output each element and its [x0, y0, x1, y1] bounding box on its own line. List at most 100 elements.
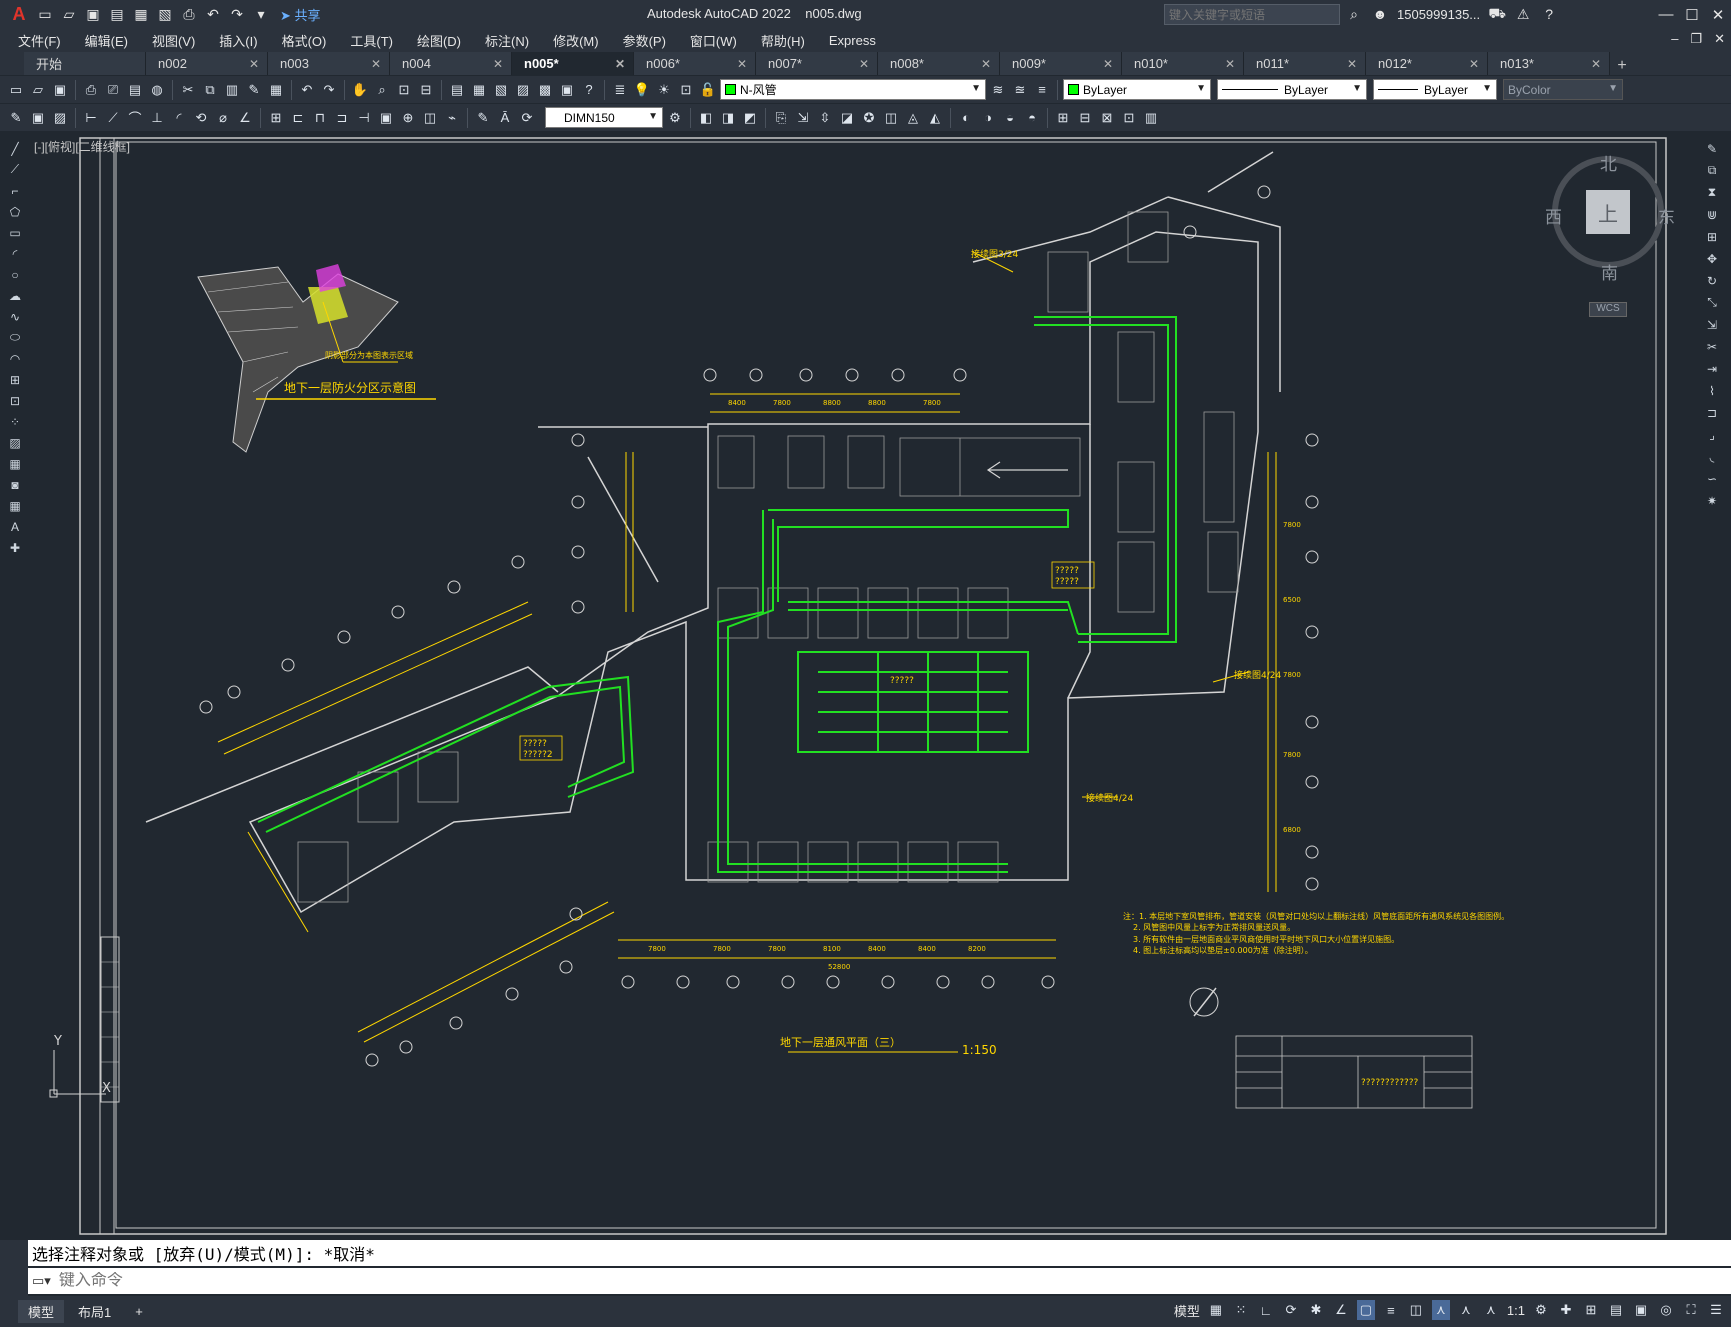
arc-icon[interactable]: ◜ [6, 245, 24, 262]
close-tab-icon[interactable]: ✕ [1469, 57, 1479, 71]
radius-dim-icon[interactable]: ◜ [169, 108, 189, 128]
jogged-linear-icon[interactable]: ⌁ [442, 108, 462, 128]
dimstyle-dropdown[interactable]: DIMN150 ▼ [545, 107, 663, 128]
menu-format[interactable]: 格式(O) [282, 31, 339, 50]
user-name[interactable]: 1505999135... [1397, 7, 1480, 22]
close-tab-icon[interactable]: ✕ [981, 57, 991, 71]
save-web-icon[interactable]: ▧ [156, 6, 174, 24]
wcs-menu[interactable]: WCS [1589, 302, 1627, 317]
autocad-logo-icon[interactable]: A [8, 4, 30, 24]
linetype-dropdown[interactable]: ByLayer ▼ [1217, 79, 1367, 100]
close-tab-icon[interactable]: ✕ [737, 57, 747, 71]
design-center-icon[interactable]: ▦ [469, 80, 489, 100]
tab-model[interactable]: 模型 [18, 1300, 65, 1323]
save-icon[interactable]: ▣ [50, 80, 70, 100]
menu-edit[interactable]: 编辑(E) [85, 31, 140, 50]
diameter-dim-icon[interactable]: ⌀ [213, 108, 233, 128]
open-file-icon[interactable]: ▱ [60, 6, 78, 24]
ellipse-icon[interactable]: ⬭ [6, 329, 24, 346]
quick-dim-icon[interactable]: ⊞ [266, 108, 286, 128]
grid-icon[interactable]: ▦ [1207, 1300, 1225, 1320]
modify-17-icon[interactable]: ▥ [1141, 108, 1161, 128]
pan-icon[interactable]: ✋ [350, 80, 370, 100]
layer-freeze-icon[interactable]: ☀ [654, 80, 674, 100]
customize-icon[interactable]: ☰ [1707, 1300, 1725, 1320]
3d-move-icon[interactable]: ◩ [740, 108, 760, 128]
share-button[interactable]: ➤ 共享 [280, 5, 321, 24]
tab-start[interactable]: 开始 [24, 52, 146, 75]
doc-close-icon[interactable]: ✕ [1714, 31, 1725, 47]
annotate-icon[interactable]: ✎ [6, 108, 26, 128]
workspace-gear-icon[interactable]: ⚙ [1532, 1300, 1550, 1320]
lineweight-icon[interactable]: ≡ [1382, 1300, 1400, 1320]
save-icon[interactable]: ▣ [84, 6, 102, 24]
command-window-grip[interactable] [0, 1240, 28, 1296]
help-icon[interactable]: ? [1540, 5, 1558, 23]
modify-9-icon[interactable]: ◐ [956, 108, 976, 128]
modify-1-icon[interactable]: ⎘ [771, 108, 791, 128]
text-icon[interactable]: A [6, 518, 24, 535]
ordinate-dim-icon[interactable]: ⊥ [147, 108, 167, 128]
break-icon[interactable]: ⌇ [1703, 382, 1721, 399]
trim-icon[interactable]: ✂ [1703, 338, 1721, 355]
autodesk-app-icon[interactable]: ⚠ [1514, 5, 1532, 23]
command-input[interactable] [58, 1272, 1559, 1290]
blend-icon[interactable]: ∽ [1703, 470, 1721, 487]
paste-icon[interactable]: ▥ [222, 80, 242, 100]
annotation-visibility-icon[interactable]: ⋏ [1431, 1300, 1450, 1320]
3d-print-icon[interactable]: ◍ [147, 80, 167, 100]
circle-icon[interactable]: ○ [6, 266, 24, 283]
tab-n006[interactable]: n006* ✕ [634, 52, 756, 75]
new-file-icon[interactable]: ▭ [36, 6, 54, 24]
doc-minimize-icon[interactable]: – [1671, 31, 1678, 47]
join-icon[interactable]: ⊐ [1703, 404, 1721, 421]
close-tab-icon[interactable]: ✕ [1591, 57, 1601, 71]
dim-space-icon[interactable]: ⊐ [332, 108, 352, 128]
help-icon[interactable]: ? [579, 80, 599, 100]
match-properties-icon[interactable]: ✎ [244, 80, 264, 100]
revcloud-icon[interactable]: ☁ [6, 287, 24, 304]
add-selected-icon[interactable]: ✚ [6, 539, 24, 556]
close-tab-icon[interactable]: ✕ [1103, 57, 1113, 71]
modify-13-icon[interactable]: ⊞ [1053, 108, 1073, 128]
menu-insert[interactable]: 插入(I) [219, 31, 269, 50]
close-tab-icon[interactable]: ✕ [371, 57, 381, 71]
compass-west[interactable]: 西 [1545, 203, 1562, 228]
transparency-icon[interactable]: ◫ [1407, 1300, 1425, 1320]
modify-16-icon[interactable]: ⊡ [1119, 108, 1139, 128]
polar-icon[interactable]: ⟳ [1282, 1300, 1300, 1320]
move-icon[interactable]: ✥ [1703, 250, 1721, 267]
close-tab-icon[interactable]: ✕ [1225, 57, 1235, 71]
save-as-icon[interactable]: ▤ [108, 6, 126, 24]
aligned-dim-icon[interactable]: ⟋ [103, 108, 123, 128]
drawing-area[interactable]: [-][俯视][二维线框] 阴影部分为本图表示区域 地下一层防火分区示意图 84… [28, 132, 1696, 1239]
command-prompt-icon[interactable]: ▭▾ [32, 1273, 51, 1289]
minimize-icon[interactable]: — [1653, 0, 1679, 29]
isodraft-icon[interactable]: ✱ [1307, 1300, 1325, 1320]
region-icon[interactable]: ◙ [6, 476, 24, 493]
make-block-icon[interactable]: ⊡ [6, 392, 24, 409]
user-icon[interactable]: ☻ [1371, 5, 1389, 23]
make-current-icon[interactable]: ≋ [988, 80, 1008, 100]
properties-icon[interactable]: ▤ [447, 80, 467, 100]
array-icon[interactable]: ⊞ [1703, 228, 1721, 245]
tab-layout1[interactable]: 布局1 [68, 1300, 121, 1323]
plot-icon[interactable]: ⎙ [81, 80, 101, 100]
point-icon[interactable]: ⁘ [6, 413, 24, 430]
quick-properties-icon[interactable]: ▤ [1607, 1300, 1625, 1320]
hatch-icon[interactable]: ▨ [50, 108, 70, 128]
model-space-button[interactable]: 模型 [1174, 1301, 1200, 1320]
compass-south[interactable]: 南 [1601, 259, 1618, 284]
construction-line-icon[interactable]: ⟋ [6, 161, 24, 178]
fillet-icon[interactable]: ◟ [1703, 448, 1721, 465]
dim-break-icon[interactable]: ⊣ [354, 108, 374, 128]
color-dropdown[interactable]: ByLayer ▼ [1063, 79, 1211, 100]
viewport-label[interactable]: [-][俯视][二维线框] [34, 138, 130, 155]
tab-n004[interactable]: n004 ✕ [390, 52, 512, 75]
copy-icon[interactable]: ⧉ [200, 80, 220, 100]
linear-dim-icon[interactable]: ⊢ [81, 108, 101, 128]
tab-n007[interactable]: n007* ✕ [756, 52, 878, 75]
layer-previous-icon[interactable]: ≊ [1010, 80, 1030, 100]
menu-express[interactable]: Express [829, 33, 888, 48]
menu-tools[interactable]: 工具(T) [350, 31, 405, 50]
